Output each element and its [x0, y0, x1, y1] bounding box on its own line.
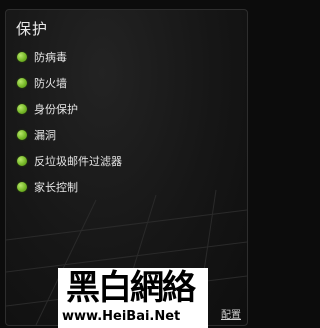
protection-item-label: 身份保护	[34, 103, 78, 116]
panel-title: 保护	[16, 20, 49, 38]
protection-item-identity[interactable]: 身份保护	[17, 96, 122, 122]
protection-item-label: 漏洞	[34, 129, 56, 142]
protection-list: 防病毒 防火墙 身份保护 漏洞 反垃圾邮件过滤器 家长控制	[17, 44, 122, 200]
protection-item-label: 防病毒	[34, 51, 67, 64]
settings-link[interactable]: 配置	[221, 306, 241, 321]
status-ok-icon	[17, 104, 27, 114]
status-ok-icon	[17, 156, 27, 166]
watermark-logo: 黑白網絡 www.HeiBai.Net	[58, 268, 208, 328]
protection-item-antivirus[interactable]: 防病毒	[17, 44, 122, 70]
watermark-url: www.HeiBai.Net	[62, 309, 181, 324]
protection-item-label: 反垃圾邮件过滤器	[34, 155, 122, 168]
status-ok-icon	[17, 130, 27, 140]
watermark-title: 黑白網絡	[66, 268, 196, 308]
protection-item-antispam[interactable]: 反垃圾邮件过滤器	[17, 148, 122, 174]
protection-item-label: 家长控制	[34, 181, 78, 194]
protection-item-label: 防火墙	[34, 77, 67, 90]
protection-item-firewall[interactable]: 防火墙	[17, 70, 122, 96]
protection-item-parental-control[interactable]: 家长控制	[17, 174, 122, 200]
status-ok-icon	[17, 78, 27, 88]
status-ok-icon	[17, 52, 27, 62]
protection-item-vulnerability[interactable]: 漏洞	[17, 122, 122, 148]
status-ok-icon	[17, 182, 27, 192]
